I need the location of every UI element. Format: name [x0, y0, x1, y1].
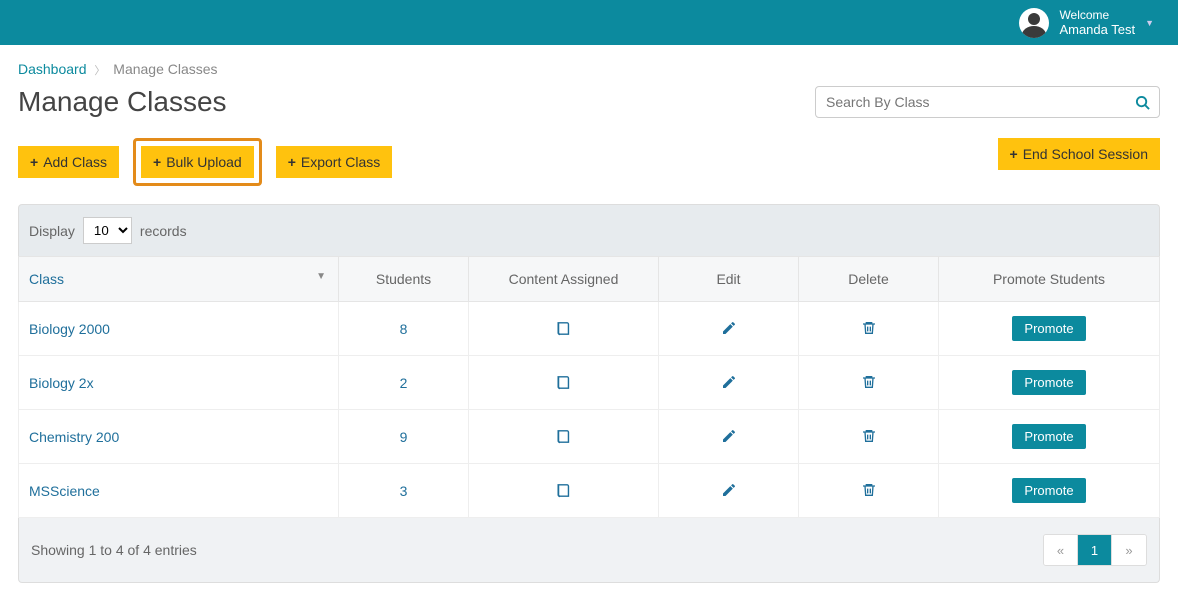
search-wrap: [815, 86, 1160, 118]
table-row: Biology 2x 2 Promote: [19, 356, 1160, 410]
delete-icon[interactable]: [861, 320, 877, 337]
breadcrumb-current: Manage Classes: [113, 61, 217, 77]
class-link[interactable]: Biology 2000: [29, 321, 110, 337]
page-prev[interactable]: «: [1044, 535, 1078, 565]
records-label: records: [140, 223, 187, 239]
students-link[interactable]: 8: [400, 321, 408, 337]
welcome-label: Welcome: [1059, 8, 1135, 22]
bulk-upload-highlight: + Bulk Upload: [133, 138, 262, 186]
edit-icon[interactable]: [721, 482, 737, 499]
chevron-right-icon: 〉: [94, 65, 105, 77]
search-icon[interactable]: [1135, 93, 1150, 110]
export-class-button[interactable]: + Export Class: [276, 146, 393, 178]
bulk-upload-button[interactable]: + Bulk Upload: [141, 146, 254, 178]
book-icon[interactable]: [555, 482, 572, 499]
class-link[interactable]: Chemistry 200: [29, 429, 119, 445]
welcome-block: Welcome Amanda Test: [1059, 8, 1135, 38]
col-delete[interactable]: Delete: [799, 257, 939, 302]
entries-info: Showing 1 to 4 of 4 entries: [31, 542, 197, 558]
user-name: Amanda Test: [1059, 22, 1135, 38]
classes-table: Class ▼ Students Content Assigned Edit D…: [18, 256, 1160, 518]
promote-button[interactable]: Promote: [1012, 478, 1085, 503]
plus-icon: +: [1010, 146, 1018, 162]
page-title: Manage Classes: [18, 86, 227, 118]
class-link[interactable]: Biology 2x: [29, 375, 94, 391]
add-class-button[interactable]: + Add Class: [18, 146, 119, 178]
col-students[interactable]: Students: [339, 257, 469, 302]
pagination: « 1 »: [1043, 534, 1147, 566]
promote-button[interactable]: Promote: [1012, 424, 1085, 449]
end-school-session-button[interactable]: + End School Session: [998, 138, 1161, 170]
plus-icon: +: [153, 154, 161, 170]
promote-button[interactable]: Promote: [1012, 370, 1085, 395]
delete-icon[interactable]: [861, 482, 877, 499]
breadcrumb: Dashboard 〉 Manage Classes: [18, 61, 1160, 78]
col-promote[interactable]: Promote Students: [939, 257, 1160, 302]
students-link[interactable]: 9: [400, 429, 408, 445]
end-session-label: End School Session: [1023, 146, 1148, 162]
students-link[interactable]: 3: [400, 483, 408, 499]
edit-icon[interactable]: [721, 428, 737, 445]
add-class-label: Add Class: [43, 154, 107, 170]
delete-icon[interactable]: [861, 428, 877, 445]
table-row: MSScience 3 Promote: [19, 464, 1160, 518]
book-icon[interactable]: [555, 428, 572, 445]
page-size-select[interactable]: 10: [83, 217, 132, 244]
user-menu[interactable]: Welcome Amanda Test ▼: [1019, 8, 1154, 38]
display-label: Display: [29, 223, 75, 239]
edit-icon[interactable]: [721, 320, 737, 337]
book-icon[interactable]: [555, 320, 572, 337]
page-1[interactable]: 1: [1078, 535, 1112, 565]
search-input[interactable]: [815, 86, 1160, 118]
edit-icon[interactable]: [721, 374, 737, 391]
table-footer: Showing 1 to 4 of 4 entries « 1 »: [18, 518, 1160, 583]
avatar-icon: [1019, 8, 1049, 38]
breadcrumb-dashboard[interactable]: Dashboard: [18, 61, 87, 77]
col-edit[interactable]: Edit: [659, 257, 799, 302]
plus-icon: +: [288, 154, 296, 170]
col-class[interactable]: Class ▼: [19, 257, 339, 302]
table-row: Biology 2000 8 Promote: [19, 302, 1160, 356]
page-next[interactable]: »: [1112, 535, 1146, 565]
class-link[interactable]: MSScience: [29, 483, 100, 499]
students-link[interactable]: 2: [400, 375, 408, 391]
topbar: Welcome Amanda Test ▼: [0, 0, 1178, 45]
delete-icon[interactable]: [861, 374, 877, 391]
export-class-label: Export Class: [301, 154, 380, 170]
table-toolbar: Display 10 records: [18, 204, 1160, 256]
bulk-upload-label: Bulk Upload: [166, 154, 242, 170]
table-row: Chemistry 200 9 Promote: [19, 410, 1160, 464]
chevron-down-icon: ▼: [1145, 18, 1154, 28]
sort-caret-icon: ▼: [316, 271, 326, 282]
plus-icon: +: [30, 154, 38, 170]
book-icon[interactable]: [555, 374, 572, 391]
col-class-label: Class: [29, 271, 64, 287]
col-content[interactable]: Content Assigned: [469, 257, 659, 302]
promote-button[interactable]: Promote: [1012, 316, 1085, 341]
